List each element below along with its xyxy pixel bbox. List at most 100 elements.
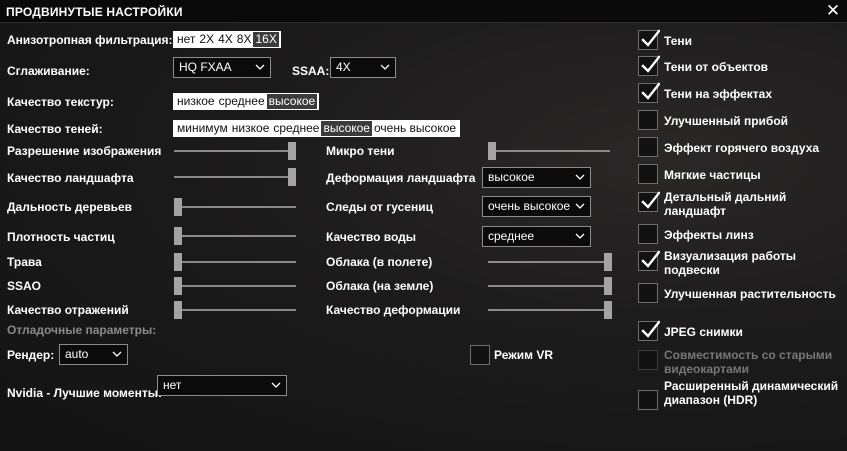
- micro-shadows-label: Микро тени: [326, 144, 395, 158]
- option-label: JPEG снимки: [664, 325, 743, 339]
- textures-option[interactable]: высокое: [266, 94, 318, 109]
- option-checkbox[interactable]: [638, 137, 658, 157]
- aniso-option[interactable]: 2X: [197, 32, 216, 47]
- option-label: Тени на эффектах: [664, 87, 772, 101]
- shadows-option[interactable]: низкое: [230, 121, 272, 136]
- shadows-selector[interactable]: минимум низкое среднее высокое очень высокое: [173, 120, 461, 137]
- option-label: Расширенный динамический диапазон (HDR): [664, 379, 839, 407]
- render-label: Рендер:: [7, 348, 55, 362]
- aniso-option[interactable]: 16X: [253, 32, 279, 47]
- tracks-dropdown[interactable]: очень высокое: [482, 196, 591, 217]
- debug-section-heading: Отладочные параметры:: [7, 323, 157, 337]
- slider-thumb[interactable]: [604, 301, 612, 319]
- dialog-title: ПРОДВИНУТЫЕ НАСТРОЙКИ: [6, 5, 183, 19]
- chevron-down-icon: [575, 174, 585, 180]
- slider-thumb[interactable]: [174, 277, 182, 295]
- ssao-label: SSAO: [7, 279, 42, 293]
- option-checkbox[interactable]: [638, 29, 660, 50]
- particles-density-slider[interactable]: [174, 226, 296, 246]
- shadows-option[interactable]: среднее: [271, 121, 321, 136]
- resolution-slider[interactable]: [174, 141, 296, 161]
- deformation-slider[interactable]: [488, 300, 612, 320]
- option-checkbox[interactable]: [638, 250, 660, 271]
- nvidia-dropdown[interactable]: нет: [157, 375, 287, 396]
- aniso-option[interactable]: 8X: [235, 32, 254, 47]
- slider-thumb[interactable]: [604, 253, 612, 271]
- option-label: Визуализация работы подвески: [664, 249, 797, 277]
- shadows-option[interactable]: минимум: [175, 121, 230, 136]
- landscape-label: Качество ландшафта: [7, 171, 134, 185]
- ssao-slider[interactable]: [174, 276, 296, 296]
- option-label: Улучшенная растительность: [664, 287, 836, 301]
- title-bar: ПРОДВИНУТЫЕ НАСТРОЙКИ ✕: [0, 0, 847, 23]
- aniso-option[interactable]: 4X: [216, 32, 235, 47]
- option-label: Эффекты линз: [664, 228, 754, 242]
- chevron-down-icon: [112, 351, 122, 357]
- clouds-flight-slider[interactable]: [488, 252, 612, 272]
- close-icon[interactable]: ✕: [823, 1, 843, 21]
- micro-shadows-slider[interactable]: [488, 141, 610, 161]
- slider-thumb[interactable]: [174, 301, 182, 319]
- landscape-slider[interactable]: [174, 167, 296, 187]
- slider-thumb[interactable]: [174, 227, 182, 245]
- grass-slider[interactable]: [174, 252, 296, 272]
- ssaa-label: SSAA:: [292, 64, 330, 78]
- option-label: Тени: [664, 34, 693, 48]
- antialias-value: HQ FXAA: [179, 60, 232, 74]
- option-checkbox[interactable]: [638, 82, 660, 103]
- aniso-selector[interactable]: нет 2X 4X 8X 16X: [173, 31, 281, 48]
- chevron-down-icon: [255, 64, 265, 70]
- slider-thumb[interactable]: [488, 142, 496, 160]
- antialias-label: Сглаживание:: [7, 64, 90, 78]
- option-label: Улучшенный прибой: [664, 114, 789, 128]
- reflections-slider[interactable]: [174, 300, 296, 320]
- checkmark-icon: [641, 320, 660, 338]
- textures-option[interactable]: низкое: [175, 94, 217, 109]
- option-checkbox: [638, 350, 658, 370]
- vr-mode-checkbox[interactable]: [470, 345, 490, 365]
- option-checkbox[interactable]: [638, 164, 658, 184]
- option-checkbox[interactable]: [638, 110, 658, 130]
- option-checkbox[interactable]: [638, 320, 660, 341]
- textures-option[interactable]: среднее: [217, 94, 267, 109]
- slider-thumb[interactable]: [174, 253, 182, 271]
- option-checkbox[interactable]: [638, 55, 660, 76]
- checkmark-icon: [641, 55, 660, 73]
- landscape-deform-value: высокое: [488, 170, 535, 184]
- landscape-deform-label: Деформация ландшафта: [326, 171, 476, 185]
- option-checkbox[interactable]: [638, 191, 660, 212]
- slider-thumb[interactable]: [174, 198, 182, 216]
- landscape-deform-dropdown[interactable]: высокое: [482, 167, 591, 188]
- render-dropdown[interactable]: auto: [59, 344, 128, 365]
- chevron-down-icon: [271, 382, 281, 388]
- slider-thumb[interactable]: [288, 142, 296, 160]
- advanced-settings-dialog: ПРОДВИНУТЫЕ НАСТРОЙКИ ✕ Анизотропная фил…: [0, 0, 847, 451]
- water-label: Качество воды: [326, 230, 417, 244]
- tree-distance-slider[interactable]: [174, 197, 296, 217]
- slider-thumb[interactable]: [288, 168, 296, 186]
- slider-thumb[interactable]: [604, 277, 612, 295]
- option-checkbox[interactable]: [638, 390, 658, 410]
- ssaa-dropdown[interactable]: 4X: [330, 57, 396, 78]
- aniso-option[interactable]: нет: [175, 32, 197, 47]
- option-checkbox[interactable]: [638, 283, 658, 303]
- nvidia-value: нет: [163, 378, 182, 392]
- shadows-label: Качество теней:: [7, 122, 103, 136]
- clouds-ground-slider[interactable]: [488, 276, 612, 296]
- tracks-label: Следы от гусениц: [326, 200, 433, 214]
- option-label: Детальный дальний ландшафт: [664, 190, 787, 218]
- water-dropdown[interactable]: среднее: [482, 226, 591, 247]
- vr-mode-label: Режим VR: [494, 348, 553, 362]
- checkmark-icon: [641, 250, 660, 268]
- option-label: Эффект горячего воздуха: [664, 141, 820, 155]
- aniso-label: Анизотропная фильтрация:: [7, 33, 173, 47]
- clouds-ground-label: Облака (на земле): [326, 279, 434, 293]
- textures-selector[interactable]: низкое среднее высокое: [173, 93, 320, 110]
- antialias-dropdown[interactable]: HQ FXAA: [173, 57, 271, 78]
- shadows-option[interactable]: очень высокое: [372, 121, 458, 136]
- option-checkbox[interactable]: [638, 224, 658, 244]
- render-value: auto: [65, 347, 89, 361]
- reflections-label: Качество отражений: [7, 303, 129, 317]
- shadows-option[interactable]: высокое: [321, 121, 372, 136]
- tracks-value: очень высокое: [488, 199, 571, 213]
